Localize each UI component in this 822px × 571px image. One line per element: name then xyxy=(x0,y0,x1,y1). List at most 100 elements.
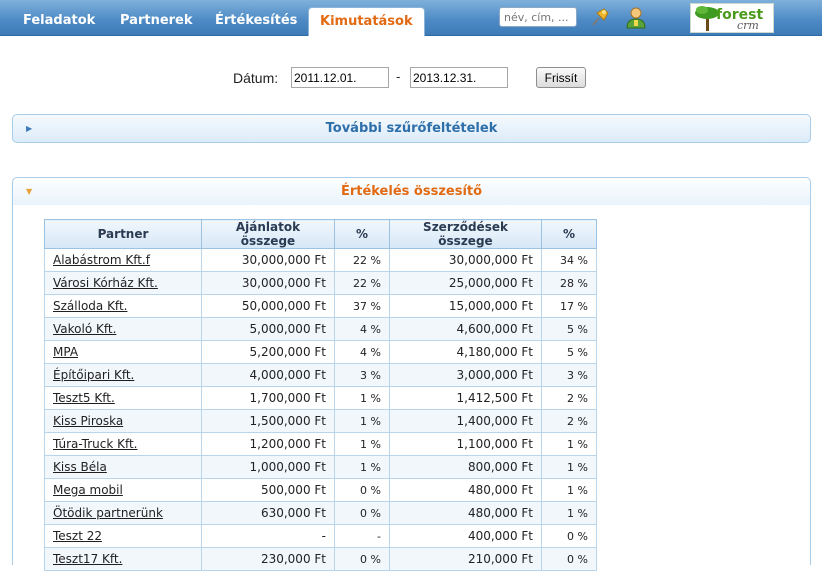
contracts-pct-cell: 34 % xyxy=(541,248,597,272)
search-input[interactable] xyxy=(499,7,577,27)
tab-partnerek[interactable]: Partnerek xyxy=(109,7,204,36)
contracts-pct-cell: 3 % xyxy=(541,363,597,387)
offers-amount-cell: 5,000,000 Ft xyxy=(201,317,335,341)
contracts-amount-cell: 480,000 Ft xyxy=(389,501,542,525)
offers-pct-cell: 37 % xyxy=(334,294,390,318)
partner-link[interactable]: Teszt17 Kft. xyxy=(53,552,122,566)
offers-amount-cell: 1,000,000 Ft xyxy=(201,455,335,479)
table-row: Szálloda Kft. 50,000,000 Ft 37 % 15,000,000… xyxy=(44,294,597,318)
partner-link[interactable]: Városi Kórház Kft. xyxy=(53,276,158,290)
contracts-pct-cell: 2 % xyxy=(541,386,597,410)
table-row: MPA 5,200,000 Ft 4 % 4,180,000 Ft 5 % xyxy=(44,340,597,364)
summary-panel-header[interactable]: ▼ Értékelés összesítő xyxy=(12,177,811,206)
date-to-input[interactable] xyxy=(410,67,508,88)
table-header-row: Partner Ajánlatok összege % Szerződések … xyxy=(44,219,597,249)
col-header-contracts[interactable]: Szerződések összege xyxy=(389,219,542,249)
contracts-amount-cell: 480,000 Ft xyxy=(389,478,542,502)
more-filters-panel-header[interactable]: ▶ További szűrőfeltételek xyxy=(12,114,811,143)
offers-pct-cell: 1 % xyxy=(334,409,390,433)
table-row: Alabástrom Kft.f 30,000,000 Ft 22 % 30,000,… xyxy=(44,248,597,272)
col-header-offers-pct[interactable]: % xyxy=(334,219,390,249)
contracts-amount-cell: 3,000,000 Ft xyxy=(389,363,542,387)
partner-link[interactable]: Teszt5 Kft. xyxy=(53,391,115,405)
contracts-pct-cell: 5 % xyxy=(541,340,597,364)
user-icon[interactable] xyxy=(624,5,648,29)
col-header-offers[interactable]: Ajánlatok összege xyxy=(201,219,335,249)
contracts-amount-cell: 30,000,000 Ft xyxy=(389,248,542,272)
partner-link[interactable]: Szálloda Kft. xyxy=(53,299,127,313)
contracts-pct-cell: 17 % xyxy=(541,294,597,318)
partner-link[interactable]: Túra-Truck Kft. xyxy=(53,437,138,451)
offers-amount-cell: 1,200,000 Ft xyxy=(201,432,335,456)
partner-cell: Teszt17 Kft. xyxy=(44,547,202,571)
offers-pct-cell: 3 % xyxy=(334,363,390,387)
offers-amount-cell: 1,700,000 Ft xyxy=(201,386,335,410)
table-row: Kiss Piroska 1,500,000 Ft 1 % 1,400,000 Ft 2… xyxy=(44,409,597,433)
partner-cell: Városi Kórház Kft. xyxy=(44,271,202,295)
partner-cell: Ötödik partnerünk xyxy=(44,501,202,525)
table-row: Ötödik partnerünk 630,000 Ft 0 % 480,000 Ft… xyxy=(44,501,597,525)
contracts-amount-cell: 210,000 Ft xyxy=(389,547,542,571)
date-label: Dátum: xyxy=(233,70,279,86)
date-from-input[interactable] xyxy=(291,67,389,88)
table-row: Túra-Truck Kft. 1,200,000 Ft 1 % 1,100,000 … xyxy=(44,432,597,456)
tab-kimutatasok[interactable]: Kimutatások xyxy=(308,7,425,36)
partner-link[interactable]: Ötödik partnerünk xyxy=(53,506,163,520)
partner-cell: Kiss Piroska xyxy=(44,409,202,433)
partner-cell: Teszt5 Kft. xyxy=(44,386,202,410)
pin-icon[interactable] xyxy=(588,5,612,29)
partner-link[interactable]: MPA xyxy=(53,345,78,359)
offers-amount-cell: 1,500,000 Ft xyxy=(201,409,335,433)
forest-crm-logo: forest crm xyxy=(690,3,774,33)
table-row: Mega mobil 500,000 Ft 0 % 480,000 Ft 1 % xyxy=(44,478,597,502)
offers-amount-cell: - xyxy=(201,524,335,548)
contracts-amount-cell: 400,000 Ft xyxy=(389,524,542,548)
partner-link[interactable]: Teszt 22 xyxy=(53,529,102,543)
logo-subtext: crm xyxy=(737,19,759,32)
partner-link[interactable]: Építőipari Kft. xyxy=(53,368,134,382)
offers-pct-cell: - xyxy=(334,524,390,548)
contracts-pct-cell: 2 % xyxy=(541,409,597,433)
refresh-button[interactable]: Frissít xyxy=(536,67,586,88)
offers-amount-cell: 230,000 Ft xyxy=(201,547,335,571)
partner-cell: Vakoló Kft. xyxy=(44,317,202,341)
table-row: Városi Kórház Kft. 30,000,000 Ft 22 % 25,00… xyxy=(44,271,597,295)
col-header-contracts-pct[interactable]: % xyxy=(541,219,597,249)
expanded-arrow-icon: ▼ xyxy=(26,187,33,196)
contracts-pct-cell: 1 % xyxy=(541,455,597,479)
contracts-amount-cell: 1,412,500 Ft xyxy=(389,386,542,410)
contracts-amount-cell: 800,000 Ft xyxy=(389,455,542,479)
contracts-amount-cell: 4,180,000 Ft xyxy=(389,340,542,364)
contracts-amount-cell: 1,100,000 Ft xyxy=(389,432,542,456)
top-nav-bar: Feladatok Partnerek Értékesítés Kimutatá… xyxy=(0,0,822,36)
partner-link[interactable]: Mega mobil xyxy=(53,483,123,497)
contracts-amount-cell: 1,400,000 Ft xyxy=(389,409,542,433)
table-body: Alabástrom Kft.f 30,000,000 Ft 22 % 30,000,… xyxy=(44,248,597,571)
offers-pct-cell: 0 % xyxy=(334,501,390,525)
table-row: Vakoló Kft. 5,000,000 Ft 4 % 4,600,000 Ft 5 … xyxy=(44,317,597,341)
partner-cell: Túra-Truck Kft. xyxy=(44,432,202,456)
partner-link[interactable]: Vakoló Kft. xyxy=(53,322,116,336)
contracts-pct-cell: 1 % xyxy=(541,501,597,525)
contracts-pct-cell: 0 % xyxy=(541,547,597,571)
offers-amount-cell: 630,000 Ft xyxy=(201,501,335,525)
offers-pct-cell: 1 % xyxy=(334,455,390,479)
partner-link[interactable]: Alabástrom Kft.f xyxy=(53,253,150,267)
collapsed-arrow-icon: ▶ xyxy=(26,124,33,133)
table-row: Kiss Béla 1,000,000 Ft 1 % 800,000 Ft 1 % xyxy=(44,455,597,479)
tab-ertekesites[interactable]: Értékesítés xyxy=(204,7,308,36)
partner-link[interactable]: Kiss Béla xyxy=(53,460,107,474)
partner-cell: Építőipari Kft. xyxy=(44,363,202,387)
contracts-amount-cell: 15,000,000 Ft xyxy=(389,294,542,318)
partner-cell: MPA xyxy=(44,340,202,364)
offers-pct-cell: 1 % xyxy=(334,432,390,456)
col-header-partner[interactable]: Partner xyxy=(44,219,202,249)
offers-pct-cell: 0 % xyxy=(334,478,390,502)
partner-link[interactable]: Kiss Piroska xyxy=(53,414,123,428)
offers-amount-cell: 30,000,000 Ft xyxy=(201,248,335,272)
date-filter-row: Dátum: - Frissít xyxy=(0,67,822,89)
offers-pct-cell: 4 % xyxy=(334,317,390,341)
offers-pct-cell: 22 % xyxy=(334,248,390,272)
contracts-pct-cell: 5 % xyxy=(541,317,597,341)
tab-feladatok[interactable]: Feladatok xyxy=(12,7,106,36)
